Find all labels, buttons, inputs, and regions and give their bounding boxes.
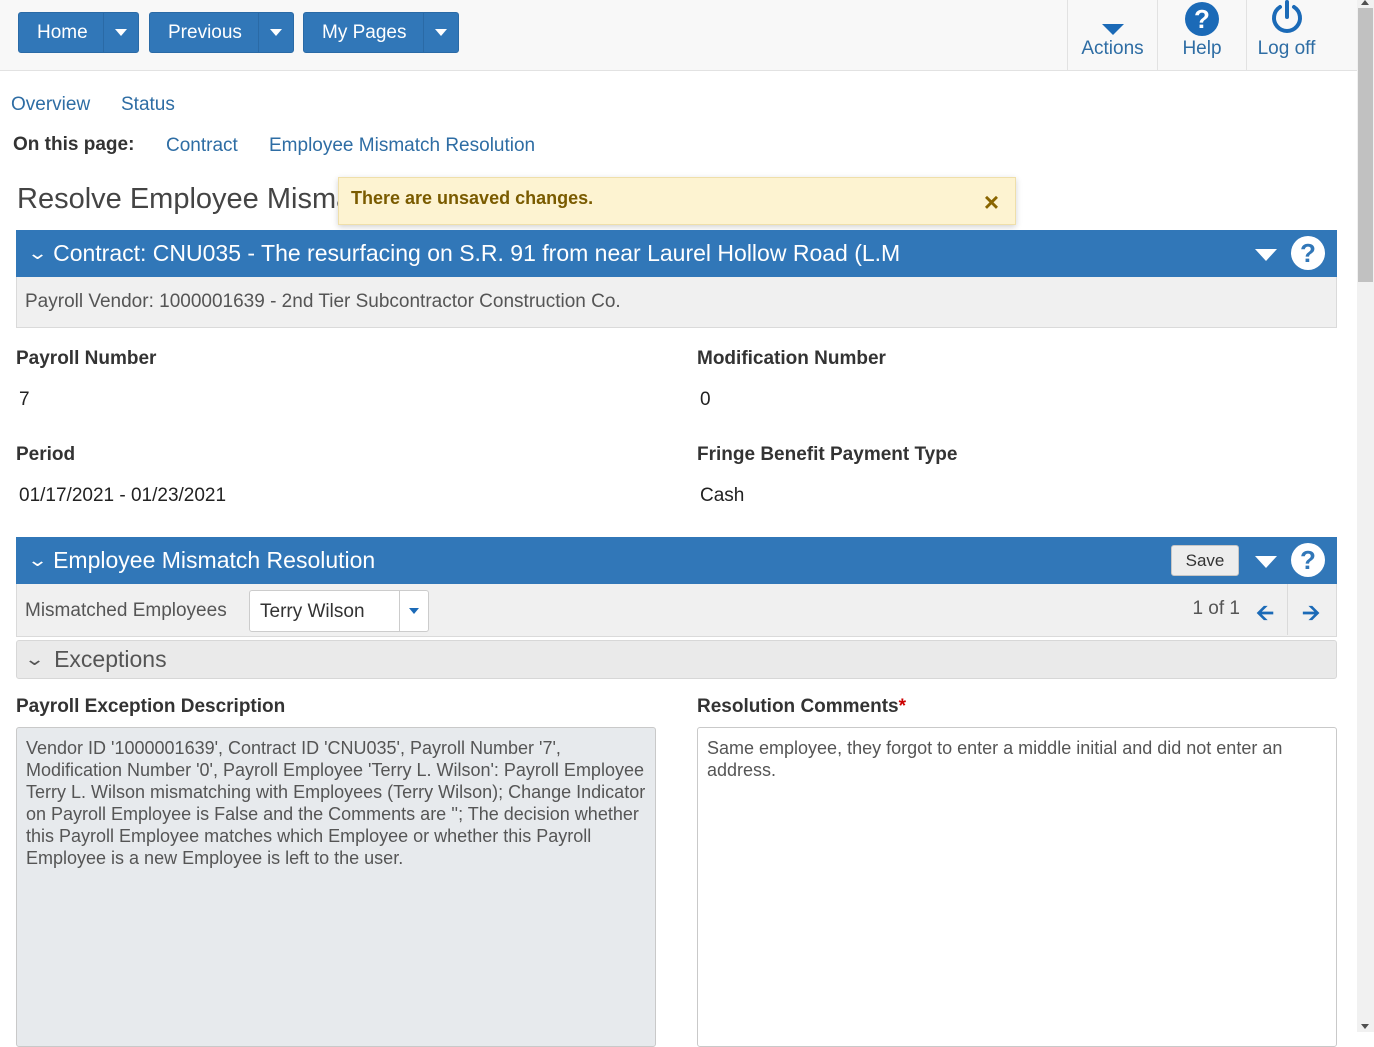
previous-dropdown-button[interactable] xyxy=(258,13,293,52)
on-this-page-label: On this page: xyxy=(13,134,135,155)
required-marker: * xyxy=(898,696,907,717)
help-icon: ? xyxy=(1185,2,1219,36)
chevron-down-icon[interactable]: ⌄ xyxy=(27,550,48,571)
mismatch-panel-title: Employee Mismatch Resolution xyxy=(53,547,376,573)
actions-menu[interactable]: Actions xyxy=(1067,0,1157,70)
scroll-down-icon[interactable] xyxy=(1361,1024,1369,1029)
home-button[interactable]: Home xyxy=(19,22,103,44)
unsaved-changes-toast: There are unsaved changes. × xyxy=(338,177,1016,225)
employee-select-dropdown[interactable] xyxy=(399,591,428,631)
toast-message: There are unsaved changes. xyxy=(351,188,594,208)
mismatch-panel-header[interactable]: ⌄ Employee Mismatch Resolution Save ? xyxy=(16,537,1337,584)
actions-label: Actions xyxy=(1081,38,1144,59)
previous-button-group: Previous xyxy=(149,12,294,53)
fringe-benefit-value: Cash xyxy=(700,485,745,506)
selected-employee: Terry Wilson xyxy=(260,601,365,622)
payroll-exception-description-field: Vendor ID '1000001639', Contract ID 'CNU… xyxy=(16,727,656,1047)
log-off-icon-wrap xyxy=(1269,0,1305,36)
mismatched-employee-select[interactable]: Terry Wilson xyxy=(249,590,429,632)
record-pager: 1 of 1 xyxy=(1192,598,1240,619)
jump-link-employee-mismatch[interactable]: Employee Mismatch Resolution xyxy=(269,135,535,157)
scroll-thumb[interactable] xyxy=(1358,8,1373,282)
jump-link-contract[interactable]: Contract xyxy=(166,135,238,157)
resolution-comments-label: Resolution Comments xyxy=(697,696,899,717)
panel-menu-dropdown-icon[interactable] xyxy=(1255,556,1277,568)
payroll-number-label: Payroll Number xyxy=(16,348,157,369)
top-navigation-bar: Home Previous My Pages Actions ? Help Lo… xyxy=(0,0,1357,71)
help-label: Help xyxy=(1182,38,1222,59)
chevron-down-icon xyxy=(115,29,127,36)
modification-number-label: Modification Number xyxy=(697,348,886,369)
chevron-down-icon xyxy=(270,29,282,36)
contract-panel-header[interactable]: ⌄ Contract: CNU035 - The resurfacing on … xyxy=(16,230,1337,277)
log-off-label: Log off xyxy=(1257,38,1316,59)
my-pages-button[interactable]: My Pages xyxy=(304,22,423,44)
home-dropdown-button[interactable] xyxy=(103,13,138,52)
payroll-number-value: 7 xyxy=(19,389,30,410)
mismatched-employees-bar: Mismatched Employees Terry Wilson 1 of 1… xyxy=(16,584,1337,637)
help-menu[interactable]: ? Help xyxy=(1157,0,1246,70)
payroll-vendor-text: Payroll Vendor: 1000001639 - 2nd Tier Su… xyxy=(25,291,621,312)
previous-record-arrow-icon[interactable]: 🡨 xyxy=(1256,596,1274,634)
help-icon-wrap: ? xyxy=(1185,0,1219,36)
tab-status[interactable]: Status xyxy=(121,94,175,116)
actions-icon-wrap xyxy=(1101,0,1125,36)
previous-button[interactable]: Previous xyxy=(150,22,258,44)
period-label: Period xyxy=(16,444,76,465)
home-button-group: Home xyxy=(18,12,139,53)
period-value: 01/17/2021 - 01/23/2021 xyxy=(19,485,227,506)
exceptions-section-header[interactable]: ⌄ Exceptions xyxy=(16,640,1337,679)
fringe-benefit-label: Fringe Benefit Payment Type xyxy=(697,444,958,465)
chevron-down-icon xyxy=(409,608,419,614)
chevron-down-icon[interactable]: ⌄ xyxy=(24,649,45,670)
chevron-down-icon[interactable]: ⌄ xyxy=(27,243,48,264)
save-button[interactable]: Save xyxy=(1171,545,1239,576)
my-pages-dropdown-button[interactable] xyxy=(423,13,458,52)
power-icon xyxy=(1271,0,1302,33)
exceptions-title: Exceptions xyxy=(54,646,167,672)
my-pages-button-group: My Pages xyxy=(303,12,459,53)
page-title: Resolve Employee Mismatches xyxy=(17,183,347,215)
chevron-down-icon xyxy=(1101,24,1124,35)
close-icon[interactable]: × xyxy=(984,187,999,218)
log-off-menu[interactable]: Log off xyxy=(1246,0,1326,70)
modification-number-value: 0 xyxy=(700,389,711,410)
scroll-up-icon[interactable] xyxy=(1361,0,1369,5)
payroll-exception-description-label: Payroll Exception Description xyxy=(16,696,286,717)
tab-overview[interactable]: Overview xyxy=(11,94,90,116)
help-icon[interactable]: ? xyxy=(1291,236,1325,270)
panel-menu-dropdown-icon[interactable] xyxy=(1255,249,1277,261)
resolution-comments-label-wrap: Resolution Comments* xyxy=(697,696,906,718)
chevron-down-icon xyxy=(435,29,447,36)
next-record-arrow-icon[interactable]: 🡪 xyxy=(1302,596,1320,634)
contract-panel-title: Contract: CNU035 - The resurfacing on S.… xyxy=(53,240,901,266)
help-icon[interactable]: ? xyxy=(1291,543,1325,577)
page-scrollbar[interactable] xyxy=(1357,0,1374,1032)
mismatched-employees-label: Mismatched Employees xyxy=(25,600,227,621)
resolution-comments-textarea[interactable]: Same employee, they forgot to enter a mi… xyxy=(697,727,1337,1047)
pager-divider xyxy=(1287,584,1288,635)
contract-vendor-bar: Payroll Vendor: 1000001639 - 2nd Tier Su… xyxy=(16,277,1337,328)
